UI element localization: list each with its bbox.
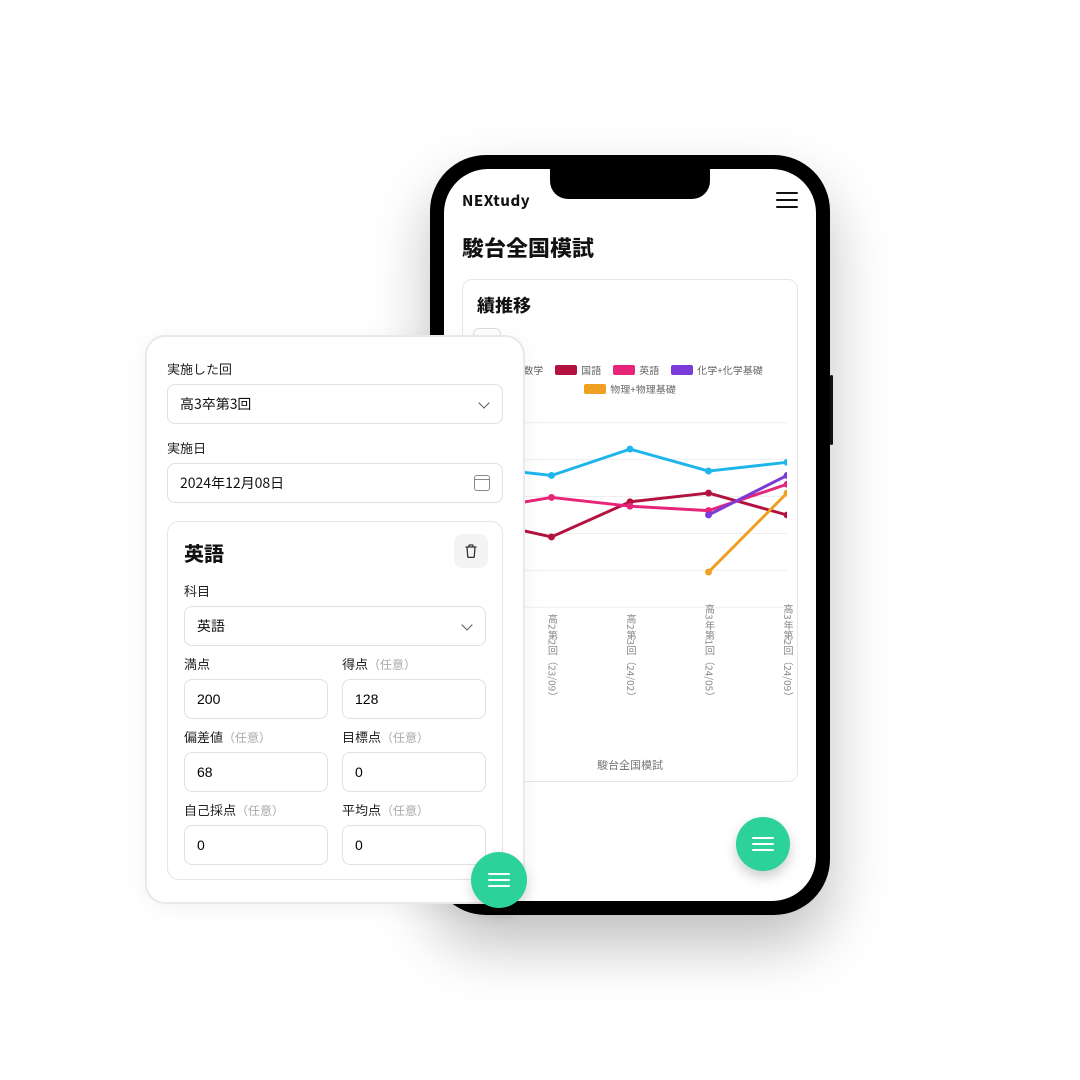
legend-label: 英語 bbox=[639, 362, 659, 377]
target-label: 目標点（任意） bbox=[342, 727, 486, 746]
legend-label: 物理+物理基礎 bbox=[610, 381, 676, 396]
round-value: 高3卒第3回 bbox=[180, 394, 252, 414]
date-label: 実施日 bbox=[167, 438, 503, 457]
subject-value: 英語 bbox=[197, 616, 225, 636]
calendar-icon bbox=[474, 475, 490, 491]
legend-swatch bbox=[671, 365, 693, 375]
full-score-input[interactable] bbox=[184, 679, 328, 719]
round-label: 実施した回 bbox=[167, 359, 503, 378]
score-input[interactable] bbox=[342, 679, 486, 719]
score-label: 得点（任意） bbox=[342, 654, 486, 673]
subject-select[interactable]: 英語 bbox=[184, 606, 486, 646]
legend-item[interactable]: 化学+化学基礎 bbox=[671, 362, 763, 377]
average-label: 平均点（任意） bbox=[342, 800, 486, 819]
legend-swatch bbox=[613, 365, 635, 375]
fab-menu-button[interactable] bbox=[471, 852, 527, 908]
legend-swatch bbox=[584, 384, 606, 394]
menu-icon bbox=[488, 873, 510, 887]
legend-label: 化学+化学基礎 bbox=[697, 362, 763, 377]
page-title: 駿台全国模試 bbox=[462, 231, 798, 263]
legend-item[interactable]: 英語 bbox=[613, 362, 659, 377]
chart-title: 績推移 bbox=[473, 292, 787, 318]
chart-xtick: 高2第3回（24/02） bbox=[624, 614, 639, 701]
chart-xtick: 高3年第1回（24/05） bbox=[703, 604, 718, 701]
selfscore-input[interactable] bbox=[184, 825, 328, 865]
menu-icon bbox=[752, 837, 774, 851]
fab-menu-button[interactable] bbox=[736, 817, 790, 871]
deviation-label: 偏差値（任意） bbox=[184, 727, 328, 746]
average-input[interactable] bbox=[342, 825, 486, 865]
chart-xtick: 高3年第2回（24/09） bbox=[781, 604, 796, 701]
app-logo: NEXtudy bbox=[462, 190, 530, 211]
chevron-down-icon bbox=[461, 620, 473, 632]
round-select[interactable]: 高3卒第3回 bbox=[167, 384, 503, 424]
date-input[interactable]: 2024年12月08日 bbox=[167, 463, 503, 503]
menu-icon[interactable] bbox=[776, 192, 798, 208]
full-score-label: 満点 bbox=[184, 654, 328, 673]
legend-label: 数学 bbox=[523, 362, 543, 377]
delete-subject-button[interactable] bbox=[454, 534, 488, 568]
subject-panel-title: 英語 bbox=[184, 538, 486, 567]
legend-swatch bbox=[555, 365, 577, 375]
phone-side-button bbox=[830, 375, 833, 445]
deviation-input[interactable] bbox=[184, 752, 328, 792]
target-input[interactable] bbox=[342, 752, 486, 792]
chevron-down-icon bbox=[478, 398, 490, 410]
phone-notch bbox=[550, 169, 710, 199]
trash-icon bbox=[464, 543, 478, 559]
legend-item[interactable]: 物理+物理基礎 bbox=[584, 381, 676, 396]
date-value: 2024年12月08日 bbox=[180, 473, 284, 493]
form-card: 実施した回 高3卒第3回 実施日 2024年12月08日 英語 科目 英語 満点… bbox=[145, 335, 525, 904]
subject-panel: 英語 科目 英語 満点 得点（任意） 偏差値（任意） bbox=[167, 521, 503, 880]
subject-label: 科目 bbox=[184, 581, 486, 600]
selfscore-label: 自己採点（任意） bbox=[184, 800, 328, 819]
chart-xtick: 高2第2回（23/09） bbox=[546, 614, 561, 701]
legend-label: 国語 bbox=[581, 362, 601, 377]
legend-item[interactable]: 国語 bbox=[555, 362, 601, 377]
